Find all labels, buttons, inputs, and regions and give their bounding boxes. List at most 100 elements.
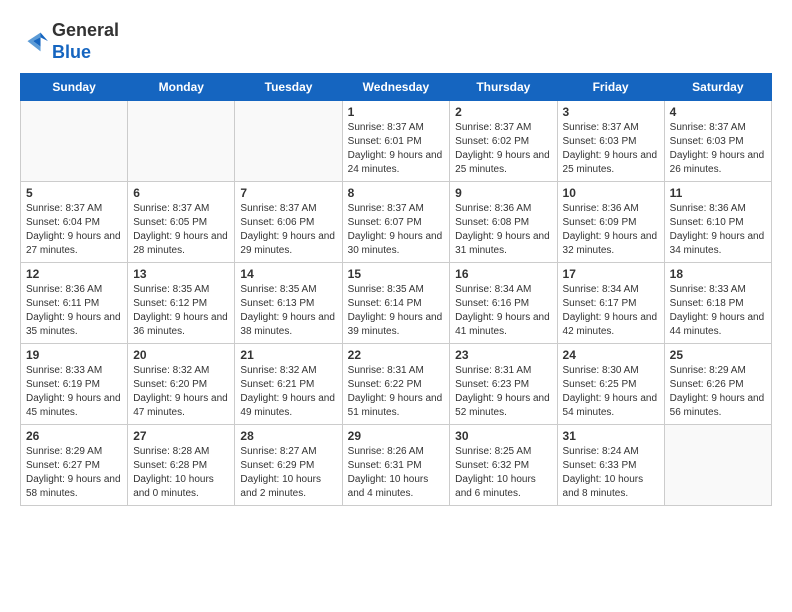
weekday-header-sunday: Sunday xyxy=(21,74,128,101)
day-info: Sunrise: 8:34 AM Sunset: 6:16 PM Dayligh… xyxy=(455,283,551,339)
calendar-cell xyxy=(21,101,128,182)
calendar-cell: 14 Sunrise: 8:35 AM Sunset: 6:13 PM Dayli… xyxy=(235,263,342,344)
day-number: 23 xyxy=(455,348,551,362)
weekday-header-tuesday: Tuesday xyxy=(235,74,342,101)
day-number: 10 xyxy=(563,186,659,200)
day-info: Sunrise: 8:37 AM Sunset: 6:02 PM Dayligh… xyxy=(455,121,551,177)
calendar-cell: 24 Sunrise: 8:30 AM Sunset: 6:25 PM Dayli… xyxy=(557,344,664,425)
weekday-header-monday: Monday xyxy=(128,74,235,101)
logo-general: General xyxy=(52,20,119,40)
calendar-cell: 31Sunrise: 8:24 AM Sunset: 6:33 PM Dayli… xyxy=(557,425,664,506)
calendar-cell: 25 Sunrise: 8:29 AM Sunset: 6:26 PM Dayli… xyxy=(664,344,771,425)
day-number: 28 xyxy=(240,429,336,443)
day-info: Sunrise: 8:29 AM Sunset: 6:27 PM Dayligh… xyxy=(26,445,122,501)
calendar-cell: 2 Sunrise: 8:37 AM Sunset: 6:02 PM Daylig… xyxy=(450,101,557,182)
day-info: Sunrise: 8:25 AM Sunset: 6:32 PM Dayligh… xyxy=(455,445,551,501)
calendar-cell: 5 Sunrise: 8:37 AM Sunset: 6:04 PM Daylig… xyxy=(21,182,128,263)
day-info: Sunrise: 8:37 AM Sunset: 6:01 PM Dayligh… xyxy=(348,121,445,177)
day-info: Sunrise: 8:30 AM Sunset: 6:25 PM Dayligh… xyxy=(563,364,659,420)
day-number: 18 xyxy=(670,267,766,281)
calendar-table: SundayMondayTuesdayWednesdayThursdayFrid… xyxy=(20,73,772,506)
day-info: Sunrise: 8:37 AM Sunset: 6:06 PM Dayligh… xyxy=(240,202,336,258)
day-number: 16 xyxy=(455,267,551,281)
calendar-cell: 6Sunrise: 8:37 AM Sunset: 6:05 PM Daylig… xyxy=(128,182,235,263)
calendar-cell: 9Sunrise: 8:36 AM Sunset: 6:08 PM Daylig… xyxy=(450,182,557,263)
day-info: Sunrise: 8:33 AM Sunset: 6:18 PM Dayligh… xyxy=(670,283,766,339)
calendar-cell xyxy=(128,101,235,182)
calendar-cell: 27Sunrise: 8:28 AM Sunset: 6:28 PM Dayli… xyxy=(128,425,235,506)
calendar-week-1: 1 Sunrise: 8:37 AM Sunset: 6:01 PM Daylig… xyxy=(21,101,772,182)
logo-text: General Blue xyxy=(52,20,119,63)
day-info: Sunrise: 8:31 AM Sunset: 6:22 PM Dayligh… xyxy=(348,364,445,420)
page-header: General Blue xyxy=(20,20,772,63)
calendar-cell: 30 Sunrise: 8:25 AM Sunset: 6:32 PM Dayli… xyxy=(450,425,557,506)
logo-blue: Blue xyxy=(52,42,91,62)
day-info: Sunrise: 8:37 AM Sunset: 6:04 PM Dayligh… xyxy=(26,202,122,258)
calendar-week-5: 26 Sunrise: 8:29 AM Sunset: 6:27 PM Dayli… xyxy=(21,425,772,506)
day-number: 26 xyxy=(26,429,122,443)
logo: General Blue xyxy=(20,20,119,63)
day-info: Sunrise: 8:32 AM Sunset: 6:20 PM Dayligh… xyxy=(133,364,229,420)
day-number: 1 xyxy=(348,105,445,119)
day-info: Sunrise: 8:37 AM Sunset: 6:03 PM Dayligh… xyxy=(670,121,766,177)
calendar-cell: 18 Sunrise: 8:33 AM Sunset: 6:18 PM Dayli… xyxy=(664,263,771,344)
day-info: Sunrise: 8:28 AM Sunset: 6:28 PM Dayligh… xyxy=(133,445,229,501)
day-number: 3 xyxy=(563,105,659,119)
calendar-cell: 17Sunrise: 8:34 AM Sunset: 6:17 PM Dayli… xyxy=(557,263,664,344)
calendar-cell: 23Sunrise: 8:31 AM Sunset: 6:23 PM Dayli… xyxy=(450,344,557,425)
calendar-week-2: 5 Sunrise: 8:37 AM Sunset: 6:04 PM Daylig… xyxy=(21,182,772,263)
weekday-header-row: SundayMondayTuesdayWednesdayThursdayFrid… xyxy=(21,74,772,101)
calendar-cell: 29Sunrise: 8:26 AM Sunset: 6:31 PM Dayli… xyxy=(342,425,450,506)
day-number: 24 xyxy=(563,348,659,362)
day-info: Sunrise: 8:35 AM Sunset: 6:12 PM Dayligh… xyxy=(133,283,229,339)
day-info: Sunrise: 8:36 AM Sunset: 6:09 PM Dayligh… xyxy=(563,202,659,258)
day-number: 31 xyxy=(563,429,659,443)
calendar-cell: 13Sunrise: 8:35 AM Sunset: 6:12 PM Dayli… xyxy=(128,263,235,344)
day-number: 9 xyxy=(455,186,551,200)
calendar-cell xyxy=(664,425,771,506)
calendar-cell: 7 Sunrise: 8:37 AM Sunset: 6:06 PM Daylig… xyxy=(235,182,342,263)
day-number: 19 xyxy=(26,348,122,362)
calendar-cell: 16 Sunrise: 8:34 AM Sunset: 6:16 PM Dayli… xyxy=(450,263,557,344)
day-number: 25 xyxy=(670,348,766,362)
day-number: 14 xyxy=(240,267,336,281)
day-info: Sunrise: 8:37 AM Sunset: 6:03 PM Dayligh… xyxy=(563,121,659,177)
calendar-cell: 26 Sunrise: 8:29 AM Sunset: 6:27 PM Dayli… xyxy=(21,425,128,506)
logo-icon xyxy=(20,28,48,56)
calendar-cell: 4Sunrise: 8:37 AM Sunset: 6:03 PM Daylig… xyxy=(664,101,771,182)
calendar-cell: 11 Sunrise: 8:36 AM Sunset: 6:10 PM Dayli… xyxy=(664,182,771,263)
day-info: Sunrise: 8:33 AM Sunset: 6:19 PM Dayligh… xyxy=(26,364,122,420)
day-info: Sunrise: 8:35 AM Sunset: 6:13 PM Dayligh… xyxy=(240,283,336,339)
day-info: Sunrise: 8:34 AM Sunset: 6:17 PM Dayligh… xyxy=(563,283,659,339)
weekday-header-wednesday: Wednesday xyxy=(342,74,450,101)
day-number: 22 xyxy=(348,348,445,362)
day-info: Sunrise: 8:26 AM Sunset: 6:31 PM Dayligh… xyxy=(348,445,445,501)
day-number: 30 xyxy=(455,429,551,443)
calendar-cell: 10 Sunrise: 8:36 AM Sunset: 6:09 PM Dayli… xyxy=(557,182,664,263)
day-number: 11 xyxy=(670,186,766,200)
day-info: Sunrise: 8:32 AM Sunset: 6:21 PM Dayligh… xyxy=(240,364,336,420)
day-info: Sunrise: 8:35 AM Sunset: 6:14 PM Dayligh… xyxy=(348,283,445,339)
day-info: Sunrise: 8:37 AM Sunset: 6:07 PM Dayligh… xyxy=(348,202,445,258)
day-number: 6 xyxy=(133,186,229,200)
day-info: Sunrise: 8:29 AM Sunset: 6:26 PM Dayligh… xyxy=(670,364,766,420)
calendar-cell: 12Sunrise: 8:36 AM Sunset: 6:11 PM Dayli… xyxy=(21,263,128,344)
day-number: 20 xyxy=(133,348,229,362)
day-number: 12 xyxy=(26,267,122,281)
calendar-cell: 19 Sunrise: 8:33 AM Sunset: 6:19 PM Dayli… xyxy=(21,344,128,425)
calendar-cell: 20 Sunrise: 8:32 AM Sunset: 6:20 PM Dayli… xyxy=(128,344,235,425)
weekday-header-friday: Friday xyxy=(557,74,664,101)
day-number: 8 xyxy=(348,186,445,200)
calendar-cell: 15 Sunrise: 8:35 AM Sunset: 6:14 PM Dayli… xyxy=(342,263,450,344)
day-number: 21 xyxy=(240,348,336,362)
day-info: Sunrise: 8:36 AM Sunset: 6:10 PM Dayligh… xyxy=(670,202,766,258)
calendar-week-4: 19 Sunrise: 8:33 AM Sunset: 6:19 PM Dayli… xyxy=(21,344,772,425)
day-number: 15 xyxy=(348,267,445,281)
day-number: 7 xyxy=(240,186,336,200)
day-info: Sunrise: 8:27 AM Sunset: 6:29 PM Dayligh… xyxy=(240,445,336,501)
day-number: 5 xyxy=(26,186,122,200)
day-number: 2 xyxy=(455,105,551,119)
calendar-cell: 3 Sunrise: 8:37 AM Sunset: 6:03 PM Daylig… xyxy=(557,101,664,182)
calendar-cell: 28 Sunrise: 8:27 AM Sunset: 6:29 PM Dayli… xyxy=(235,425,342,506)
calendar-cell xyxy=(235,101,342,182)
